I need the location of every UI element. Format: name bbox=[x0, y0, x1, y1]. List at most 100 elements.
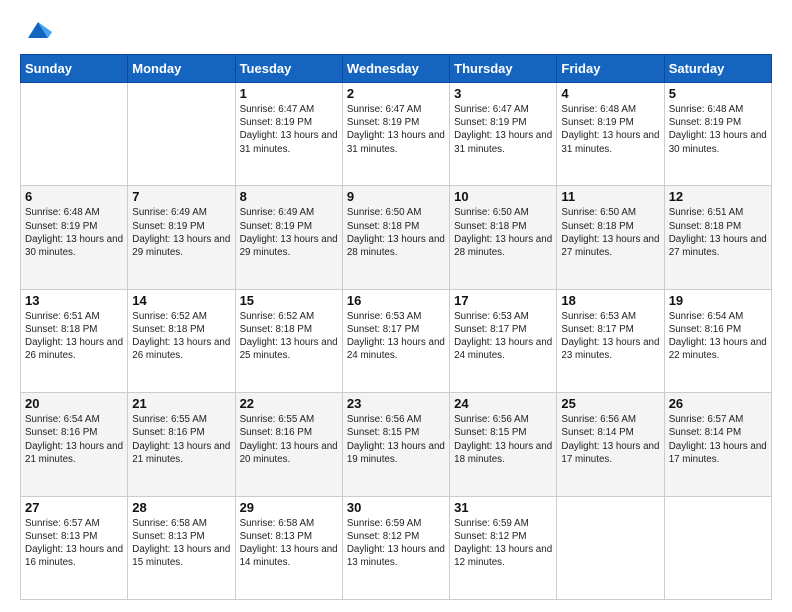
day-info: Sunrise: 6:47 AM Sunset: 8:19 PM Dayligh… bbox=[240, 103, 338, 156]
day-number: 18 bbox=[561, 293, 659, 308]
calendar-week-5: 27 Sunrise: 6:57 AM Sunset: 8:13 PM Dayli… bbox=[21, 496, 772, 599]
calendar-cell: 12 Sunrise: 6:51 AM Sunset: 8:18 PM Dayli… bbox=[664, 186, 771, 289]
calendar-cell: 29 Sunrise: 6:58 AM Sunset: 8:13 PM Dayli… bbox=[235, 496, 342, 599]
calendar-cell: 15 Sunrise: 6:52 AM Sunset: 8:18 PM Dayli… bbox=[235, 289, 342, 392]
calendar-cell: 11 Sunrise: 6:50 AM Sunset: 8:18 PM Dayli… bbox=[557, 186, 664, 289]
day-number: 31 bbox=[454, 500, 552, 515]
weekday-header-wednesday: Wednesday bbox=[342, 55, 449, 83]
calendar-table: SundayMondayTuesdayWednesdayThursdayFrid… bbox=[20, 54, 772, 600]
day-number: 29 bbox=[240, 500, 338, 515]
day-info: Sunrise: 6:54 AM Sunset: 8:16 PM Dayligh… bbox=[669, 310, 767, 363]
day-info: Sunrise: 6:52 AM Sunset: 8:18 PM Dayligh… bbox=[132, 310, 230, 363]
day-info: Sunrise: 6:51 AM Sunset: 8:18 PM Dayligh… bbox=[669, 206, 767, 259]
day-info: Sunrise: 6:48 AM Sunset: 8:19 PM Dayligh… bbox=[669, 103, 767, 156]
day-number: 10 bbox=[454, 189, 552, 204]
day-info: Sunrise: 6:58 AM Sunset: 8:13 PM Dayligh… bbox=[132, 517, 230, 570]
header bbox=[20, 16, 772, 44]
day-number: 30 bbox=[347, 500, 445, 515]
day-number: 26 bbox=[669, 396, 767, 411]
day-number: 11 bbox=[561, 189, 659, 204]
day-number: 15 bbox=[240, 293, 338, 308]
day-number: 8 bbox=[240, 189, 338, 204]
day-info: Sunrise: 6:56 AM Sunset: 8:14 PM Dayligh… bbox=[561, 413, 659, 466]
calendar-cell: 24 Sunrise: 6:56 AM Sunset: 8:15 PM Dayli… bbox=[450, 393, 557, 496]
calendar-cell: 16Sunrise: 6:53 AM Sunset: 8:17 PM Dayli… bbox=[342, 289, 449, 392]
day-number: 16 bbox=[347, 293, 445, 308]
calendar-cell: 26Sunrise: 6:57 AM Sunset: 8:14 PM Dayli… bbox=[664, 393, 771, 496]
day-info: Sunrise: 6:59 AM Sunset: 8:12 PM Dayligh… bbox=[454, 517, 552, 570]
weekday-header-saturday: Saturday bbox=[664, 55, 771, 83]
day-info: Sunrise: 6:49 AM Sunset: 8:19 PM Dayligh… bbox=[132, 206, 230, 259]
day-number: 2 bbox=[347, 86, 445, 101]
day-info: Sunrise: 6:55 AM Sunset: 8:16 PM Dayligh… bbox=[240, 413, 338, 466]
calendar-cell: 22 Sunrise: 6:55 AM Sunset: 8:16 PM Dayli… bbox=[235, 393, 342, 496]
calendar-cell: 18 Sunrise: 6:53 AM Sunset: 8:17 PM Dayli… bbox=[557, 289, 664, 392]
day-info: Sunrise: 6:58 AM Sunset: 8:13 PM Dayligh… bbox=[240, 517, 338, 570]
day-info: Sunrise: 6:53 AM Sunset: 8:17 PM Dayligh… bbox=[561, 310, 659, 363]
day-info: Sunrise: 6:52 AM Sunset: 8:18 PM Dayligh… bbox=[240, 310, 338, 363]
calendar-cell: 23 Sunrise: 6:56 AM Sunset: 8:15 PM Dayli… bbox=[342, 393, 449, 496]
weekday-header-thursday: Thursday bbox=[450, 55, 557, 83]
calendar-body: 1 Sunrise: 6:47 AM Sunset: 8:19 PM Daylig… bbox=[21, 83, 772, 600]
logo-icon bbox=[24, 16, 52, 44]
day-info: Sunrise: 6:57 AM Sunset: 8:13 PM Dayligh… bbox=[25, 517, 123, 570]
calendar-cell: 10Sunrise: 6:50 AM Sunset: 8:18 PM Dayli… bbox=[450, 186, 557, 289]
day-info: Sunrise: 6:55 AM Sunset: 8:16 PM Dayligh… bbox=[132, 413, 230, 466]
calendar-cell: 7 Sunrise: 6:49 AM Sunset: 8:19 PM Daylig… bbox=[128, 186, 235, 289]
weekday-header-row: SundayMondayTuesdayWednesdayThursdayFrid… bbox=[21, 55, 772, 83]
day-number: 14 bbox=[132, 293, 230, 308]
day-number: 9 bbox=[347, 189, 445, 204]
day-number: 1 bbox=[240, 86, 338, 101]
day-info: Sunrise: 6:56 AM Sunset: 8:15 PM Dayligh… bbox=[454, 413, 552, 466]
day-info: Sunrise: 6:47 AM Sunset: 8:19 PM Dayligh… bbox=[454, 103, 552, 156]
day-info: Sunrise: 6:51 AM Sunset: 8:18 PM Dayligh… bbox=[25, 310, 123, 363]
calendar-cell: 1 Sunrise: 6:47 AM Sunset: 8:19 PM Daylig… bbox=[235, 83, 342, 186]
day-number: 4 bbox=[561, 86, 659, 101]
day-number: 22 bbox=[240, 396, 338, 411]
calendar-week-2: 6 Sunrise: 6:48 AM Sunset: 8:19 PM Daylig… bbox=[21, 186, 772, 289]
day-number: 3 bbox=[454, 86, 552, 101]
calendar-week-3: 13 Sunrise: 6:51 AM Sunset: 8:18 PM Dayli… bbox=[21, 289, 772, 392]
calendar-cell: 19Sunrise: 6:54 AM Sunset: 8:16 PM Dayli… bbox=[664, 289, 771, 392]
day-info: Sunrise: 6:47 AM Sunset: 8:19 PM Dayligh… bbox=[347, 103, 445, 156]
day-info: Sunrise: 6:48 AM Sunset: 8:19 PM Dayligh… bbox=[25, 206, 123, 259]
calendar-cell: 27 Sunrise: 6:57 AM Sunset: 8:13 PM Dayli… bbox=[21, 496, 128, 599]
day-info: Sunrise: 6:59 AM Sunset: 8:12 PM Dayligh… bbox=[347, 517, 445, 570]
day-number: 23 bbox=[347, 396, 445, 411]
day-number: 12 bbox=[669, 189, 767, 204]
calendar-cell bbox=[128, 83, 235, 186]
weekday-header-tuesday: Tuesday bbox=[235, 55, 342, 83]
weekday-header-sunday: Sunday bbox=[21, 55, 128, 83]
day-number: 7 bbox=[132, 189, 230, 204]
day-number: 27 bbox=[25, 500, 123, 515]
calendar-week-4: 20 Sunrise: 6:54 AM Sunset: 8:16 PM Dayli… bbox=[21, 393, 772, 496]
calendar-cell: 30 Sunrise: 6:59 AM Sunset: 8:12 PM Dayli… bbox=[342, 496, 449, 599]
day-info: Sunrise: 6:56 AM Sunset: 8:15 PM Dayligh… bbox=[347, 413, 445, 466]
calendar-week-1: 1 Sunrise: 6:47 AM Sunset: 8:19 PM Daylig… bbox=[21, 83, 772, 186]
calendar-cell: 25 Sunrise: 6:56 AM Sunset: 8:14 PM Dayli… bbox=[557, 393, 664, 496]
day-number: 20 bbox=[25, 396, 123, 411]
calendar-cell: 8Sunrise: 6:49 AM Sunset: 8:19 PM Daylig… bbox=[235, 186, 342, 289]
day-info: Sunrise: 6:53 AM Sunset: 8:17 PM Dayligh… bbox=[454, 310, 552, 363]
calendar-cell: 4 Sunrise: 6:48 AM Sunset: 8:19 PM Daylig… bbox=[557, 83, 664, 186]
day-info: Sunrise: 6:50 AM Sunset: 8:18 PM Dayligh… bbox=[561, 206, 659, 259]
calendar-cell: 2 Sunrise: 6:47 AM Sunset: 8:19 PM Daylig… bbox=[342, 83, 449, 186]
day-info: Sunrise: 6:48 AM Sunset: 8:19 PM Dayligh… bbox=[561, 103, 659, 156]
calendar-cell: 21 Sunrise: 6:55 AM Sunset: 8:16 PM Dayli… bbox=[128, 393, 235, 496]
day-number: 6 bbox=[25, 189, 123, 204]
calendar-cell: 14 Sunrise: 6:52 AM Sunset: 8:18 PM Dayli… bbox=[128, 289, 235, 392]
day-number: 21 bbox=[132, 396, 230, 411]
calendar-cell: 9Sunrise: 6:50 AM Sunset: 8:18 PM Daylig… bbox=[342, 186, 449, 289]
weekday-header-monday: Monday bbox=[128, 55, 235, 83]
day-number: 25 bbox=[561, 396, 659, 411]
calendar-cell: 6 Sunrise: 6:48 AM Sunset: 8:19 PM Daylig… bbox=[21, 186, 128, 289]
day-number: 28 bbox=[132, 500, 230, 515]
weekday-header-friday: Friday bbox=[557, 55, 664, 83]
day-number: 24 bbox=[454, 396, 552, 411]
day-info: Sunrise: 6:54 AM Sunset: 8:16 PM Dayligh… bbox=[25, 413, 123, 466]
calendar-cell: 20 Sunrise: 6:54 AM Sunset: 8:16 PM Dayli… bbox=[21, 393, 128, 496]
day-number: 13 bbox=[25, 293, 123, 308]
calendar-cell bbox=[664, 496, 771, 599]
day-number: 5 bbox=[669, 86, 767, 101]
calendar-header: SundayMondayTuesdayWednesdayThursdayFrid… bbox=[21, 55, 772, 83]
